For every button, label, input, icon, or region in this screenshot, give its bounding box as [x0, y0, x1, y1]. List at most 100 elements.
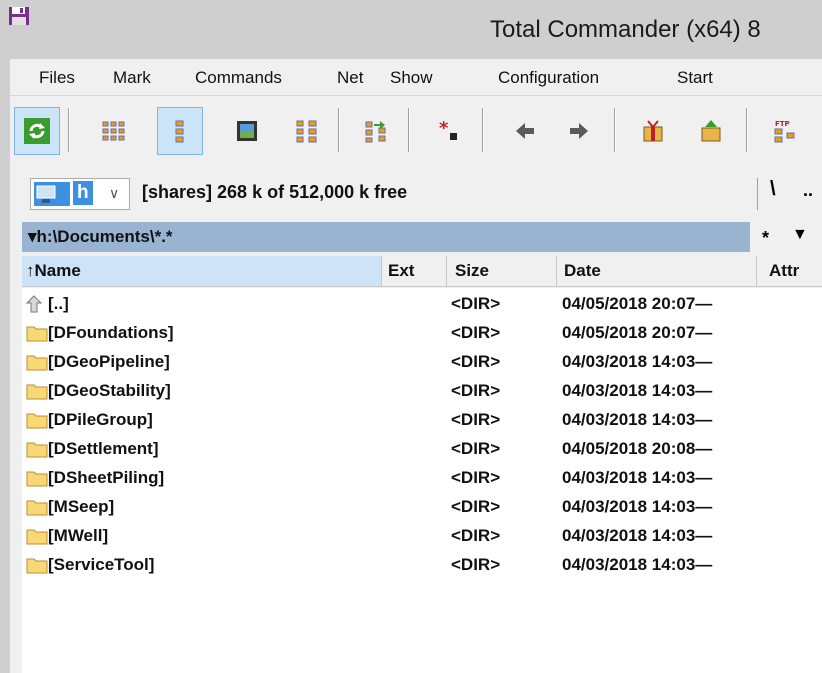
drive-bar: h ∨ [shares] 268 k of 512,000 k free \ .… — [10, 172, 822, 216]
column-attr[interactable]: Attr — [757, 256, 822, 286]
file-date: 04/05/2018 20:08— — [562, 439, 713, 458]
window-title: Total Commander (x64) 8 — [490, 16, 761, 43]
network-drive-icon — [34, 182, 70, 206]
detailed-view-button[interactable] — [157, 107, 203, 155]
drive-letter: h — [73, 181, 93, 205]
file-name: [MSeep] — [48, 497, 115, 516]
table-row[interactable]: [DSettlement] <DIR> 04/05/2018 20:08— — [22, 435, 822, 464]
folder-icon — [26, 442, 48, 458]
ftp-connect-button[interactable]: FTP — [762, 107, 808, 155]
path-bar[interactable]: ▾h:\Documents\*.* — [22, 222, 750, 252]
filter-button[interactable]: * — [762, 228, 769, 249]
file-name: [ServiceTool] — [48, 555, 155, 574]
file-name: [DGeoStability] — [48, 381, 171, 400]
file-size: <DIR> — [451, 352, 501, 371]
table-row[interactable]: [MWell] <DIR> 04/03/2018 14:03— — [22, 522, 822, 551]
floppy-disk-icon[interactable] — [8, 6, 30, 26]
file-size: <DIR> — [451, 468, 501, 487]
file-size: <DIR> — [451, 381, 501, 400]
history-dropdown-icon[interactable]: ▼ — [792, 226, 808, 244]
column-ext[interactable]: Ext — [382, 256, 447, 286]
file-name: [..] — [48, 294, 69, 313]
window-border — [0, 59, 10, 673]
toolbar: * FTP — [10, 95, 822, 164]
menu-mark[interactable]: Mark — [113, 68, 151, 88]
file-date: 04/03/2018 14:03— — [562, 381, 713, 400]
back-button[interactable] — [502, 107, 548, 155]
file-date: 04/05/2018 20:07— — [562, 323, 713, 342]
table-row[interactable]: [..] <DIR> 04/05/2018 20:07— — [22, 290, 822, 319]
pack-icon — [643, 120, 663, 142]
table-row[interactable]: [DGeoPipeline] <DIR> 04/03/2018 14:03— — [22, 348, 822, 377]
table-row[interactable]: [DPileGroup] <DIR> 04/03/2018 14:03— — [22, 406, 822, 435]
chevron-down-icon[interactable]: ∨ — [109, 185, 119, 202]
table-row[interactable]: [DGeoStability] <DIR> 04/03/2018 14:03— — [22, 377, 822, 406]
menu-files[interactable]: Files — [39, 68, 75, 88]
toolbar-separator — [482, 108, 484, 152]
back-icon — [516, 123, 534, 139]
table-row[interactable]: [ServiceTool] <DIR> 04/03/2018 14:03— — [22, 551, 822, 580]
file-date: 04/03/2018 14:03— — [562, 526, 713, 545]
refresh-button[interactable] — [14, 107, 60, 155]
drive-free-space: [shares] 268 k of 512,000 k free — [142, 182, 408, 202]
column-name[interactable]: ↑Name — [22, 256, 382, 286]
file-name: [DSettlement] — [48, 439, 159, 458]
file-date: 04/03/2018 14:03— — [562, 497, 713, 516]
file-date: 04/03/2018 14:03— — [562, 410, 713, 429]
brief-view-button[interactable] — [90, 107, 136, 155]
file-size: <DIR> — [451, 497, 501, 516]
forward-icon — [570, 123, 588, 139]
svg-text:FTP: FTP — [775, 120, 790, 128]
file-date: 04/03/2018 14:03— — [562, 555, 713, 574]
detailed-view-icon — [175, 120, 184, 143]
table-row[interactable]: [MSeep] <DIR> 04/03/2018 14:03— — [22, 493, 822, 522]
root-dir-button[interactable]: \ — [770, 178, 776, 201]
drive-selector[interactable]: h ∨ — [30, 178, 130, 210]
folder-icon — [26, 500, 48, 516]
folder-icon — [26, 326, 48, 342]
menu-configuration[interactable]: Configuration — [498, 68, 599, 88]
menu-net[interactable]: Net — [337, 68, 363, 88]
file-size: <DIR> — [451, 439, 501, 458]
menu-show[interactable]: Show — [390, 68, 433, 88]
folder-icon — [26, 471, 48, 487]
forward-button[interactable] — [556, 107, 602, 155]
toolbar-separator — [338, 108, 340, 152]
file-date: 04/05/2018 20:07— — [562, 294, 713, 313]
table-row[interactable]: [DSheetPiling] <DIR> 04/03/2018 14:03— — [22, 464, 822, 493]
file-list: [..] <DIR> 04/05/2018 20:07— [DFoundations]… — [22, 288, 822, 673]
tree-view-icon — [296, 120, 317, 143]
tree-view-button[interactable] — [284, 107, 330, 155]
file-date: 04/03/2018 14:03— — [562, 352, 713, 371]
folder-icon — [26, 558, 48, 574]
parent-dir-button[interactable]: .. — [803, 180, 813, 201]
folder-icon — [26, 355, 48, 371]
pack-button[interactable] — [630, 107, 676, 155]
file-name: [MWell] — [48, 526, 109, 545]
menu-bar: Files Mark Commands Net Show Configurati… — [10, 59, 822, 95]
change-attributes-button[interactable]: * — [425, 107, 471, 155]
title-bar: Total Commander (x64) 8 — [0, 0, 822, 59]
menu-commands[interactable]: Commands — [195, 68, 282, 88]
file-size: <DIR> — [451, 526, 501, 545]
compare-dirs-button[interactable] — [353, 107, 399, 155]
table-row[interactable]: [DFoundations] <DIR> 04/05/2018 20:07— — [22, 319, 822, 348]
unpack-button[interactable] — [688, 107, 734, 155]
current-path: ▾h:\Documents\*.* — [28, 227, 173, 246]
folder-icon — [26, 413, 48, 429]
change-attributes-icon: * — [439, 118, 457, 140]
folder-icon — [26, 384, 48, 400]
column-header: ↑Name Ext Size Date Attr — [22, 256, 822, 287]
toolbar-separator — [68, 108, 70, 152]
unpack-icon — [701, 120, 721, 142]
column-size[interactable]: Size — [447, 256, 557, 286]
file-name: [DSheetPiling] — [48, 468, 165, 487]
menu-start[interactable]: Start — [677, 68, 713, 88]
thumbnails-button[interactable] — [224, 107, 270, 155]
column-date[interactable]: Date — [557, 256, 757, 286]
file-date: 04/03/2018 14:03— — [562, 468, 713, 487]
svg-text:*: * — [439, 118, 449, 139]
file-size: <DIR> — [451, 294, 501, 313]
file-name: [DPileGroup] — [48, 410, 153, 429]
file-size: <DIR> — [451, 410, 501, 429]
